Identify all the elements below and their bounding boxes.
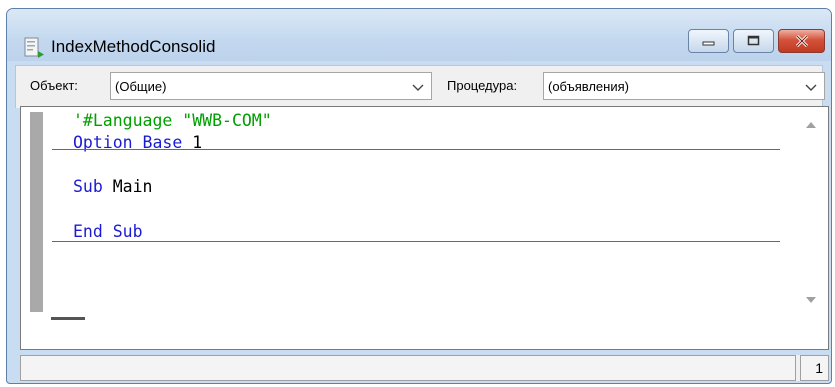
minimize-icon [689, 30, 728, 52]
scroll-down-arrow-icon[interactable] [805, 291, 817, 309]
close-icon [779, 30, 824, 52]
code-token: Sub [112, 222, 143, 241]
window-title: IndexMethodConsolid [51, 37, 216, 56]
procedure-dropdown-value: (объявления) [548, 79, 629, 94]
title-bar[interactable]: IndexMethodConsolid [7, 9, 831, 61]
maximize-button[interactable] [733, 29, 774, 53]
minimize-button[interactable] [688, 29, 729, 53]
status-page-number: 1 [800, 355, 829, 381]
code-line-1: '#Language "WWB-COM" [73, 111, 272, 131]
code-editor[interactable]: '#Language "WWB-COM" Option Base 1 Sub M… [20, 106, 829, 350]
vertical-scrollbar[interactable] [797, 107, 825, 315]
procedure-separator [52, 241, 780, 242]
breakpoint-margin[interactable] [30, 112, 43, 312]
procedure-toolbar: Объект: (Общие) Процедура: (объявления) [15, 65, 825, 108]
chevron-down-icon [804, 77, 818, 95]
status-bar: 1 [20, 355, 829, 381]
procedure-label: Процедура: [447, 78, 518, 93]
split-handle[interactable] [51, 317, 85, 320]
chevron-down-icon [411, 77, 425, 95]
maximize-icon [734, 30, 773, 52]
code-token: '#Language "WWB-COM" [73, 111, 272, 130]
code-line-2: Option Base 1 [73, 133, 202, 153]
object-dropdown-value: (Общие) [115, 79, 167, 94]
procedure-separator [52, 149, 780, 150]
code-token: Main [102, 177, 153, 196]
status-text [20, 355, 796, 381]
code-line-3: Sub Main [73, 177, 152, 197]
code-line-4: End Sub [73, 222, 143, 242]
object-label: Объект: [30, 78, 78, 93]
code-module-icon [23, 37, 45, 59]
code-token: Sub [73, 177, 103, 196]
scroll-up-arrow-icon[interactable] [805, 116, 817, 134]
close-button[interactable] [778, 29, 825, 53]
code-token: End [73, 222, 103, 241]
ide-code-window: IndexMethodConsolid Объект: (Общие) Проц… [6, 8, 832, 384]
object-dropdown[interactable]: (Общие) [110, 72, 432, 100]
procedure-dropdown[interactable]: (объявления) [543, 72, 825, 100]
